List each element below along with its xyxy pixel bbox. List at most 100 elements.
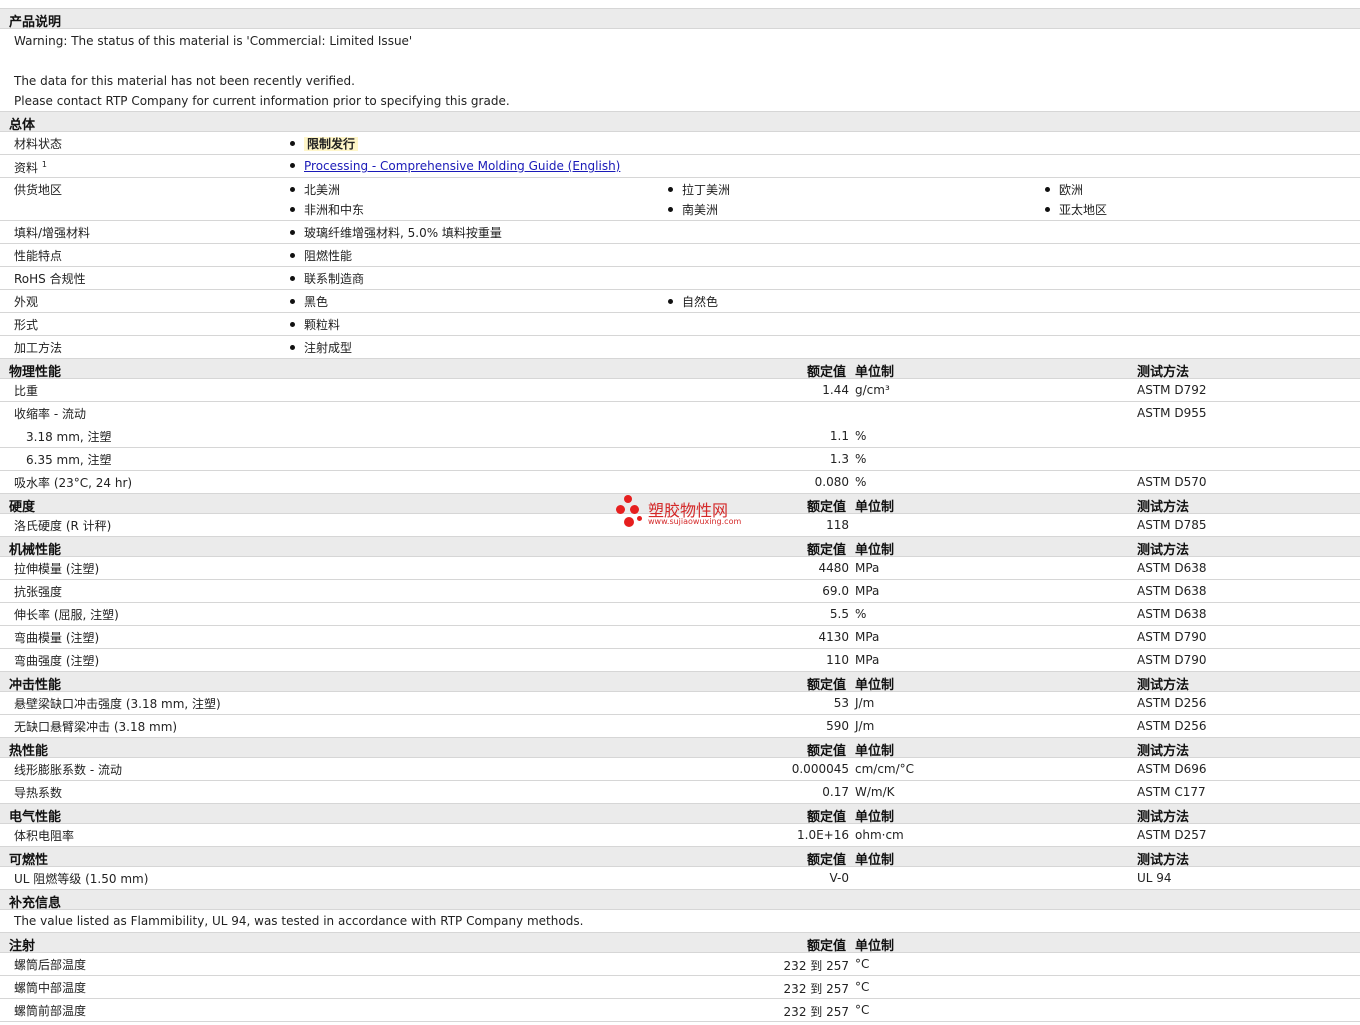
row-label: 比重 bbox=[14, 384, 39, 398]
row-method: ASTM D790 bbox=[1137, 630, 1207, 644]
row-value: 53 bbox=[833, 696, 849, 710]
section-header-injection: 注射 额定值 单位制 bbox=[0, 933, 1360, 954]
region-text: 欧洲 bbox=[1059, 183, 1084, 197]
bullet-icon bbox=[290, 253, 295, 258]
status-badge: 限制发行 bbox=[304, 137, 359, 151]
section-title: 热性能 bbox=[9, 744, 49, 759]
row-value: 110 bbox=[826, 653, 849, 667]
row-label: 体积电阻率 bbox=[14, 829, 75, 843]
section-header-flammability: 可燃性 额定值 单位制 测试方法 bbox=[0, 847, 1360, 868]
region-item: 欧洲 bbox=[1045, 181, 1083, 198]
logo-dot bbox=[616, 505, 625, 514]
section-title: 硬度 bbox=[9, 500, 36, 515]
supplement-body: The value listed as Flammibility, UL 94,… bbox=[0, 910, 1360, 933]
region-item: 非洲和中东 bbox=[290, 201, 364, 218]
supplement-text: The value listed as Flammibility, UL 94,… bbox=[14, 914, 584, 928]
row-label: 导热系数 bbox=[14, 786, 63, 800]
row-value: 0.17 bbox=[822, 785, 849, 799]
region-item: 南美洲 bbox=[668, 201, 718, 218]
filler-value: 玻璃纤维增强材料, 5.0% 填料按重量 bbox=[304, 226, 502, 240]
row-value: 1.44 bbox=[822, 383, 849, 397]
region-item: 拉丁美洲 bbox=[668, 181, 730, 198]
row-method: ASTM D257 bbox=[1137, 828, 1207, 842]
logo-dot bbox=[624, 517, 634, 527]
section-header-impact: 冲击性能 额定值 单位制 测试方法 bbox=[0, 672, 1360, 693]
row-method: ASTM D792 bbox=[1137, 383, 1207, 397]
col-method: 测试方法 bbox=[1137, 853, 1190, 868]
col-nominal: 额定值 bbox=[807, 744, 847, 759]
row-unit: % bbox=[855, 475, 867, 489]
row-label: 填料/增强材料 bbox=[14, 226, 91, 240]
table-row: 抗张强度 69.0 MPa ASTM D638 bbox=[0, 580, 1360, 603]
section-title: 物理性能 bbox=[9, 365, 62, 380]
bullet-item: 限制发行 bbox=[290, 135, 359, 152]
col-method: 测试方法 bbox=[1137, 744, 1190, 759]
table-row: UL 阻燃等级 (1.50 mm) V-0 UL 94 bbox=[0, 867, 1360, 890]
bullet-item: 联系制造商 bbox=[290, 270, 364, 287]
row-method: ASTM D955 bbox=[1137, 406, 1207, 420]
region-text: 南美洲 bbox=[682, 203, 719, 217]
row-unit: % bbox=[855, 452, 867, 466]
bullet-icon bbox=[668, 187, 673, 192]
row-label: 供货地区 bbox=[14, 183, 63, 197]
col-nominal: 额定值 bbox=[807, 678, 847, 693]
row-method: ASTM D638 bbox=[1137, 584, 1207, 598]
table-row: 收缩率 - 流动 ASTM D955 bbox=[0, 402, 1360, 425]
table-row: 悬壁梁缺口冲击强度 (3.18 mm, 注塑) 53 J/m ASTM D256 bbox=[0, 692, 1360, 715]
row-value: 1.0E+16 bbox=[797, 828, 849, 842]
col-unit: 单位制 bbox=[855, 678, 895, 693]
row-method: ASTM D570 bbox=[1137, 475, 1207, 489]
logo-dot bbox=[624, 495, 632, 503]
logo-dot bbox=[630, 505, 639, 514]
bullet-item: Processing - Comprehensive Molding Guide… bbox=[290, 159, 620, 173]
table-row: 体积电阻率 1.0E+16 ohm·cm ASTM D257 bbox=[0, 824, 1360, 847]
product-desc-body: Warning: The status of this material is … bbox=[0, 29, 1360, 112]
molding-guide-link[interactable]: Processing - Comprehensive Molding Guide… bbox=[304, 159, 620, 173]
table-row: 螺筒中部温度 232 到 257 °C bbox=[0, 976, 1360, 999]
rohs-value: 联系制造商 bbox=[304, 272, 365, 286]
row-value: 5.5 bbox=[829, 607, 849, 621]
row-label: 形式 bbox=[14, 318, 39, 332]
row-value: 232 到 257 bbox=[783, 959, 849, 973]
row-label: RoHS 合规性 bbox=[14, 272, 86, 286]
bullet-item: 自然色 bbox=[668, 293, 718, 310]
row-label: 弯曲模量 (注塑) bbox=[14, 631, 100, 645]
bullet-item: 黑色 bbox=[290, 293, 328, 310]
section-title: 可燃性 bbox=[9, 853, 49, 868]
watermark-logo: 塑胶物性网 www.sujiaowuxing.com bbox=[616, 495, 756, 531]
row-label: 弯曲强度 (注塑) bbox=[14, 654, 100, 668]
warning-text: Warning: The status of this material is … bbox=[14, 34, 413, 48]
row-appearance: 外观 黑色 自然色 bbox=[0, 290, 1360, 313]
form-value: 颗粒料 bbox=[304, 318, 341, 332]
table-row: 导热系数 0.17 W/m/K ASTM C177 bbox=[0, 781, 1360, 804]
row-label: 外观 bbox=[14, 295, 39, 309]
row-label: 性能特点 bbox=[14, 249, 63, 263]
bullet-item: 注射成型 bbox=[290, 339, 352, 356]
table-row: 比重 1.44 g/cm³ ASTM D792 bbox=[0, 379, 1360, 402]
row-value: 1.3 bbox=[829, 452, 849, 466]
bullet-item: 阻燃性能 bbox=[290, 247, 352, 264]
table-row: 线形膨胀系数 - 流动 0.000045 cm/cm/°C ASTM D696 bbox=[0, 758, 1360, 781]
row-value: 232 到 257 bbox=[783, 982, 849, 996]
row-label: 螺筒后部温度 bbox=[14, 958, 87, 972]
section-header-physical: 物理性能 额定值 单位制 测试方法 bbox=[0, 359, 1360, 380]
row-features: 性能特点 阻燃性能 bbox=[0, 244, 1360, 267]
col-method: 测试方法 bbox=[1137, 678, 1190, 693]
row-method: ASTM D790 bbox=[1137, 653, 1207, 667]
row-unit: °C bbox=[855, 980, 870, 994]
bullet-icon bbox=[290, 322, 295, 327]
logo-dot bbox=[637, 516, 642, 521]
col-nominal: 额定值 bbox=[807, 939, 847, 954]
row-label: 材料状态 bbox=[14, 137, 63, 151]
section-title: 产品说明 bbox=[9, 15, 62, 30]
col-unit: 单位制 bbox=[855, 810, 895, 825]
row-method: ASTM D696 bbox=[1137, 762, 1207, 776]
bullet-icon bbox=[290, 207, 295, 212]
row-documents: 资料 1 Processing - Comprehensive Molding … bbox=[0, 155, 1360, 178]
row-label: 抗张强度 bbox=[14, 585, 63, 599]
col-unit: 单位制 bbox=[855, 543, 895, 558]
row-label: 吸水率 (23°C, 24 hr) bbox=[14, 476, 133, 490]
row-label: 螺筒中部温度 bbox=[14, 981, 87, 995]
row-form: 形式 颗粒料 bbox=[0, 313, 1360, 336]
row-filler: 填料/增强材料 玻璃纤维增强材料, 5.0% 填料按重量 bbox=[0, 221, 1360, 244]
